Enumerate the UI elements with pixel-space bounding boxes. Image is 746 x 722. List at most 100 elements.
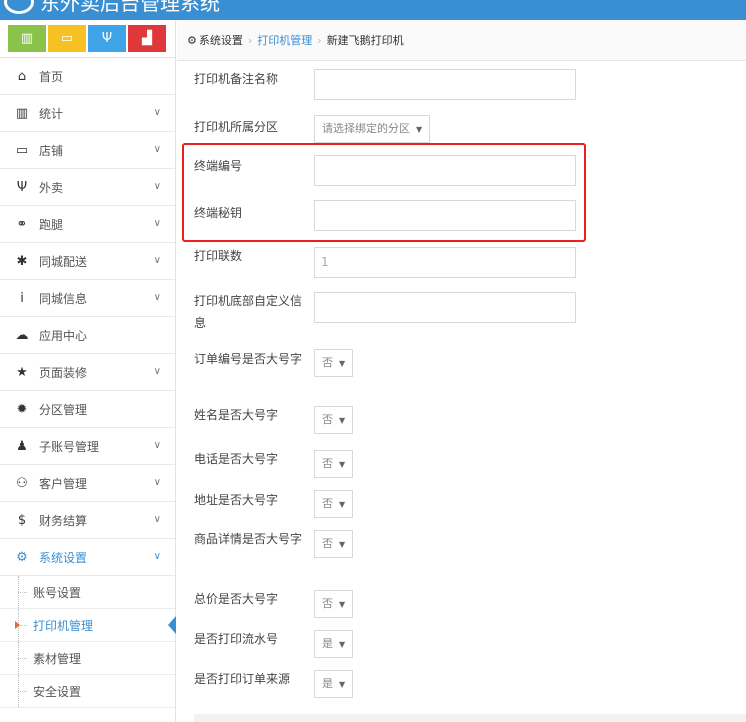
select-value: 否: [322, 537, 333, 550]
users-icon: ⚇: [16, 475, 28, 491]
field-label: 终端编号: [194, 159, 243, 173]
form-row-phone_big: 电话是否大号字否 ▼: [194, 450, 594, 494]
quick-bag-button[interactable]: ▟: [128, 25, 166, 52]
chevron-down-icon: ∨: [153, 144, 161, 155]
sidebar-item-label: 店铺: [39, 143, 64, 158]
sidebar-item-6[interactable]: i 同城信息 ∨: [0, 280, 175, 317]
bicycle-icon: ⚭: [16, 216, 28, 232]
caret-right-icon: [15, 621, 20, 629]
gear-icon: ⚙: [16, 549, 28, 565]
sidebar-subitem-3[interactable]: 安全设置: [0, 675, 175, 708]
sidebar-item-label: 外卖: [39, 180, 64, 195]
caret-down-icon: ▼: [339, 460, 346, 469]
caret-down-icon: ▼: [339, 640, 346, 649]
footer-input[interactable]: [314, 292, 576, 323]
select-value: 是: [322, 677, 333, 690]
form-footer-bar: [194, 714, 746, 722]
quick-stats-button[interactable]: ▥: [8, 25, 46, 52]
sidebar-item-3[interactable]: Ψ 外卖 ∨: [0, 169, 175, 206]
detail_big-select[interactable]: 否 ▼: [314, 530, 354, 558]
total_big-select[interactable]: 否 ▼: [314, 590, 354, 618]
field-label: 姓名是否大号字: [194, 408, 279, 422]
fork-knife-icon: Ψ: [101, 31, 113, 46]
field-label: 打印机所属分区: [194, 120, 279, 134]
sidebar-subitem-label: 打印机管理: [33, 618, 94, 633]
user-icon: ♟: [16, 438, 28, 454]
quick-takeout-button[interactable]: Ψ: [88, 25, 126, 52]
caret-down-icon: ▼: [339, 416, 346, 425]
sidebar-item-10[interactable]: ♟ 子账号管理 ∨: [0, 428, 175, 465]
chevron-down-icon: ∨: [153, 440, 161, 451]
bar-chart-icon: ▥: [15, 105, 29, 121]
sidebar-subitem-label: 安全设置: [33, 684, 82, 699]
form-row-terminal_no: 终端编号: [194, 155, 594, 199]
select-value: 否: [322, 597, 333, 610]
sidebar-item-13[interactable]: ⚙ 系统设置 ∨: [0, 539, 175, 576]
sidebar-item-4[interactable]: ⚭ 跑腿 ∨: [0, 206, 175, 243]
monitor-icon: ▭: [60, 31, 74, 46]
sidebar-item-label: 统计: [39, 106, 64, 121]
chevron-down-icon: ∨: [153, 477, 161, 488]
sidebar-item-12[interactable]: $ 财务结算 ∨: [0, 502, 175, 539]
terminal_key-input[interactable]: [314, 200, 576, 231]
caret-down-icon: ▼: [416, 125, 423, 134]
sidebar-subitem-2[interactable]: 素材管理: [0, 642, 175, 675]
sidebar-item-label: 跑腿: [39, 217, 64, 232]
sidebar-subitem-0[interactable]: 账号设置: [0, 576, 175, 609]
breadcrumb-current: 新建飞鹅打印机: [326, 34, 404, 47]
field-label: 是否打印流水号: [194, 632, 279, 646]
copies-input[interactable]: 1: [314, 247, 576, 278]
monitor-icon: ▭: [15, 142, 29, 158]
sidebar-subitem-label: 账号设置: [33, 585, 82, 600]
select-value: 否: [322, 497, 333, 510]
sidebar-item-7[interactable]: ☁ 应用中心: [0, 317, 175, 354]
print_serial-select[interactable]: 是 ▼: [314, 630, 354, 658]
phone_big-select[interactable]: 否 ▼: [314, 450, 354, 478]
sidebar: ▥ ▭ Ψ ▟ ⌂ 首页 ▥ 统计 ∨ ▭ 店铺 ∨ Ψ 外卖 ∨ ⚭ 跑腿 ∨ ✱ 同城配送 ∨ i 同城信息 ∨ ☁…: [0, 20, 176, 722]
field-label: 打印联数: [194, 249, 243, 263]
chevron-down-icon: ∨: [153, 255, 161, 266]
bag-icon: ▟: [142, 31, 152, 46]
sidebar-item-label: 首页: [39, 69, 64, 84]
sidebar-item-11[interactable]: ⚇ 客户管理 ∨: [0, 465, 175, 502]
select-value: 否: [322, 356, 333, 369]
sidebar-item-8[interactable]: ★ 页面装修 ∨: [0, 354, 175, 391]
info-icon: i: [20, 290, 24, 306]
select-value: 否: [322, 457, 333, 470]
sidebar-item-9[interactable]: ✹ 分区管理: [0, 391, 175, 428]
remark-input[interactable]: [314, 69, 576, 100]
chevron-down-icon: ∨: [153, 218, 161, 229]
breadcrumb-parent[interactable]: 打印机管理: [257, 32, 312, 48]
zone-select[interactable]: 请选择绑定的分区 ▼: [314, 115, 431, 143]
field-label: 订单编号是否大号字: [194, 352, 303, 366]
sidebar-item-2[interactable]: ▭ 店铺 ∨: [0, 132, 175, 169]
form-row-remark: 打印机备注名称: [194, 69, 594, 113]
sidebar-item-label: 同城配送: [39, 254, 88, 269]
breadcrumb-separator: ›: [317, 33, 322, 47]
field-label: 电话是否大号字: [194, 452, 279, 466]
select-value: 请选择绑定的分区: [322, 122, 410, 135]
field-label: 是否打印订单来源: [194, 672, 291, 686]
sidebar-item-5[interactable]: ✱ 同城配送 ∨: [0, 243, 175, 280]
sidebar-subitem-1[interactable]: 打印机管理: [0, 609, 176, 642]
form-row-order_no_big: 订单编号是否大号字否 ▼: [194, 349, 594, 393]
sidebar-item-0[interactable]: ⌂ 首页: [0, 58, 175, 95]
address_big-select[interactable]: 否 ▼: [314, 490, 354, 518]
breadcrumb-root[interactable]: 系统设置: [199, 32, 243, 48]
form-row-zone: 打印机所属分区 请选择绑定的分区 ▼: [194, 115, 594, 159]
form-row-print_source: 是否打印订单来源 是 ▼: [194, 670, 594, 714]
quick-shop-button[interactable]: ▭: [48, 25, 86, 52]
name_big-select[interactable]: 否 ▼: [314, 406, 354, 434]
terminal_no-input[interactable]: [314, 155, 576, 186]
app-title: 东外卖后台管理系统: [40, 0, 220, 15]
sidebar-item-1[interactable]: ▥ 统计 ∨: [0, 95, 175, 132]
fork-knife-icon: Ψ: [16, 179, 28, 195]
caret-down-icon: ▼: [339, 359, 346, 368]
order_no_big-select[interactable]: 否 ▼: [314, 349, 354, 377]
sidebar-item-label: 子账号管理: [39, 439, 100, 454]
print_source-select[interactable]: 是 ▼: [314, 670, 354, 698]
active-indicator: [168, 616, 176, 634]
sidebar-nav: ⌂ 首页 ▥ 统计 ∨ ▭ 店铺 ∨ Ψ 外卖 ∨ ⚭ 跑腿 ∨ ✱ 同城配送 ∨ i 同城信息 ∨ ☁ 应用中心 ★ 页面装…: [0, 58, 175, 576]
sidebar-item-label: 应用中心: [39, 328, 88, 343]
caret-down-icon: ▼: [339, 540, 346, 549]
